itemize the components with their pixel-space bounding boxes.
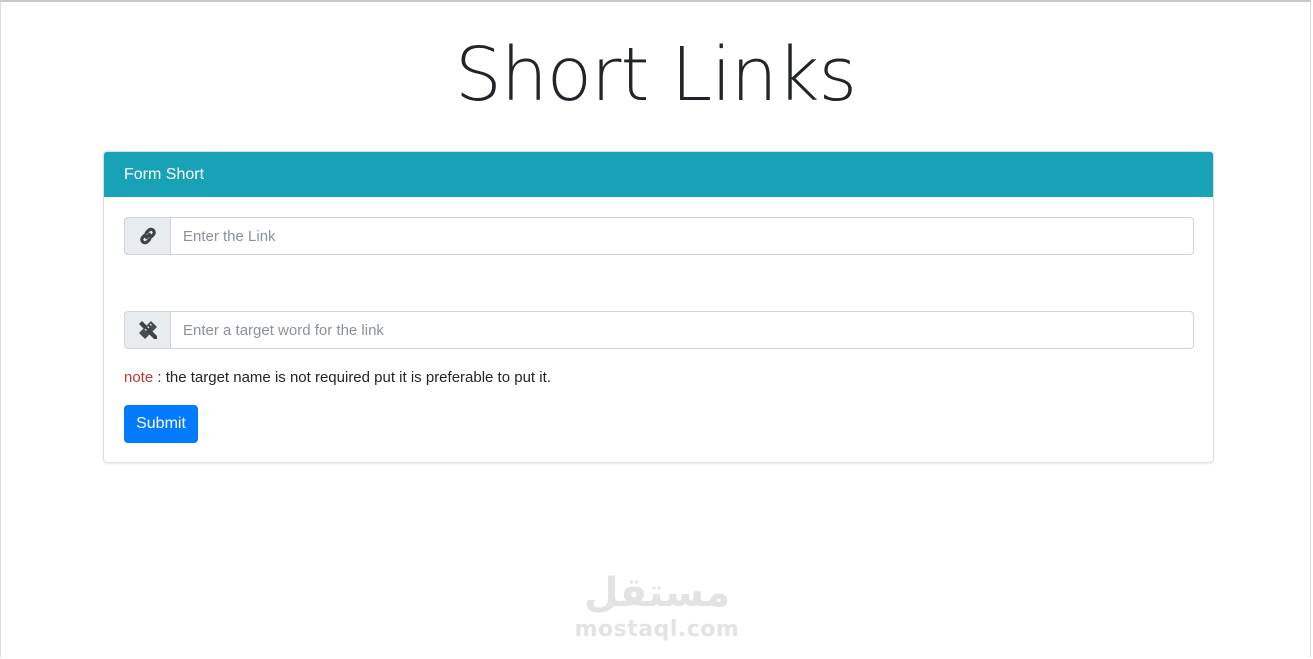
pencil-ruler-icon (124, 311, 170, 349)
target-word-input[interactable] (170, 311, 1194, 349)
note-text: note : the target name is not required p… (124, 369, 551, 386)
watermark-logo: مستقل (583, 570, 731, 616)
target-input-group (124, 311, 1194, 349)
submit-button[interactable]: Submit (124, 405, 198, 443)
watermark: مستقل mostaql.com (557, 568, 757, 642)
page-frame: Short Links Form Short Enter the Link En… (0, 0, 1311, 657)
link-icon (124, 217, 170, 255)
note-body: : the target name is not required put it… (153, 369, 551, 386)
page-title: Short Links (454, 32, 857, 118)
link-input[interactable] (170, 217, 1194, 255)
watermark-url: mostaql.com (574, 617, 740, 642)
note-label: note (124, 369, 154, 386)
form-card: Form Short Enter the Link Enter a target… (103, 151, 1214, 463)
card-header: Form Short (104, 152, 1213, 197)
link-input-group (124, 217, 1194, 255)
